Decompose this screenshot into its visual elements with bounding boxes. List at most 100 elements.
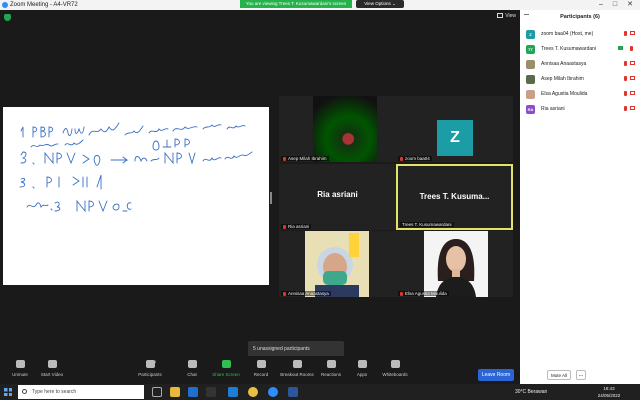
zoom-window: Zoom Meeting - A4-VR72 – □ ✕ You are vie…	[0, 0, 640, 400]
panel-title: Participants (6)	[560, 14, 600, 20]
start-video-button[interactable]: Start Video	[32, 360, 72, 377]
video-off-icon[interactable]	[630, 61, 635, 65]
viewing-screen-banner: You are viewing Trees T. Kusumawardani's…	[240, 0, 352, 8]
tile-name: Asep Milah Ibrahim	[281, 156, 329, 161]
avatar: TT	[526, 45, 535, 54]
whiteboards-button[interactable]: Whiteboards	[375, 360, 415, 377]
video-off-icon[interactable]	[630, 91, 635, 95]
taskbar-clock[interactable]: 18:43 24/05/2022	[594, 385, 624, 399]
mic-muted-icon	[400, 156, 403, 161]
clock-date: 24/05/2022	[597, 393, 621, 398]
participant-name: Annisaa Anaastasya	[541, 61, 587, 67]
participant-name: Trees T. Kusumawardani	[541, 46, 597, 52]
avatar	[526, 75, 535, 84]
tile-name: Trees T. Kusumawardani	[400, 222, 454, 227]
mic-muted-icon[interactable]	[630, 46, 633, 51]
minimize-button[interactable]: –	[594, 0, 608, 10]
participants-button[interactable]: 6 Participants	[130, 359, 170, 377]
video-tile-asep[interactable]: Asep Milah Ibrahim	[279, 96, 396, 162]
record-button[interactable]: Record	[241, 360, 281, 377]
zoom-app-icon[interactable]	[268, 387, 278, 397]
grid-icon	[497, 13, 504, 19]
mute-all-button[interactable]: Mute All	[547, 370, 571, 380]
mic-muted-icon	[283, 224, 286, 229]
breakout-rooms-icon	[292, 360, 302, 368]
participant-video	[424, 231, 488, 297]
participant-row[interactable]: Annisaa Anaastasya	[526, 58, 636, 70]
security-shield-icon[interactable]	[4, 14, 11, 21]
title-bar: Zoom Meeting - A4-VR72 – □ ✕ You are vie…	[0, 0, 640, 10]
mic-muted-icon[interactable]	[624, 76, 627, 81]
avatar	[526, 90, 535, 99]
store-icon[interactable]	[206, 387, 216, 397]
mic-muted-icon[interactable]	[624, 31, 627, 36]
microphone-muted-icon	[15, 360, 25, 368]
whiteboard-icon	[390, 360, 400, 368]
participant-row[interactable]: TT Trees T. Kusumawardani	[526, 43, 636, 55]
mail-icon[interactable]	[188, 387, 198, 397]
mic-muted-icon[interactable]	[624, 106, 627, 111]
video-tile-ria[interactable]: Ria asriani Ria asriani	[279, 164, 396, 230]
participant-video	[313, 96, 377, 162]
share-screen-icon	[221, 360, 231, 368]
tile-display-name: Trees T. Kusuma...	[419, 192, 490, 201]
taskbar-search-input[interactable]: Type here to search	[18, 385, 144, 399]
video-tile-annisaa[interactable]: Annisaa Anaastasya	[279, 231, 396, 297]
close-button[interactable]: ✕	[623, 0, 637, 10]
tile-display-name: Ria asriani	[317, 190, 358, 199]
mic-muted-icon[interactable]	[624, 61, 627, 66]
tile-name: zoom baa04	[398, 156, 432, 161]
reactions-icon	[326, 360, 336, 368]
video-tile-trees[interactable]: Trees T. Kusuma... Trees T. Kusumawardan…	[396, 164, 513, 230]
avatar: RA	[526, 105, 535, 114]
tile-name: Annisaa Anaastasya	[281, 291, 331, 296]
mic-muted-icon	[400, 291, 403, 296]
split-handle[interactable]	[270, 192, 272, 204]
video-tile-elsa[interactable]: Elsa Agustia Moulida	[396, 231, 513, 297]
windows-start-icon[interactable]	[4, 388, 12, 396]
participants-count: 6	[154, 359, 157, 364]
video-off-icon[interactable]	[630, 76, 635, 80]
window-title: Zoom Meeting - A4-VR72	[10, 2, 78, 8]
video-on-icon[interactable]	[618, 46, 623, 50]
chrome-icon[interactable]	[248, 387, 258, 397]
tile-name: Ria asriani	[281, 224, 312, 229]
handwriting-drawing	[19, 122, 253, 213]
participant-name: Elsa Agustia Moulida	[541, 91, 588, 97]
meeting-toolbar: Unmute Start Video 6 Participants Chat Sh…	[0, 356, 520, 384]
participant-name: Ria asriani	[541, 106, 565, 112]
apps-icon	[357, 360, 367, 368]
participant-video	[305, 231, 369, 297]
video-tile-zoom-baa04[interactable]: Z zoom baa04	[396, 96, 513, 162]
edge-icon[interactable]	[228, 387, 238, 397]
file-explorer-icon[interactable]	[170, 387, 180, 397]
video-off-icon[interactable]	[630, 31, 635, 35]
task-view-icon[interactable]	[152, 387, 162, 397]
tile-name: Elsa Agustia Moulida	[398, 291, 449, 296]
video-off-icon[interactable]	[630, 106, 635, 110]
mic-muted-icon[interactable]	[624, 91, 627, 96]
view-options-button[interactable]: View Options ⌄	[356, 0, 404, 8]
avatar	[526, 60, 535, 69]
participant-name: Asep Milah Ibrahim	[541, 76, 584, 82]
leave-room-button[interactable]: Leave Room	[478, 369, 514, 381]
unassigned-participants-notice[interactable]: 5 unassigned participants	[248, 341, 344, 357]
participants-panel: Participants (6) Zzoom baa04 (Host, me) …	[520, 10, 640, 384]
participant-row[interactable]: RA Ria asriani	[526, 103, 636, 115]
participant-row[interactable]: Zzoom baa04 (Host, me)	[526, 28, 636, 40]
participant-row[interactable]: Elsa Agustia Moulida	[526, 88, 636, 100]
weather-widget[interactable]: 30°C Berawan	[515, 386, 547, 398]
share-screen-button[interactable]: Share Screen	[206, 360, 246, 377]
mic-muted-icon	[283, 156, 286, 161]
zoom-logo-icon	[2, 2, 8, 8]
more-options-button[interactable]: ...	[576, 370, 586, 380]
video-camera-off-icon	[47, 360, 57, 368]
shared-screen	[3, 107, 269, 285]
participant-row[interactable]: Asep Milah Ibrahim	[526, 73, 636, 85]
view-button[interactable]: View	[497, 13, 516, 19]
search-icon	[22, 389, 27, 394]
word-icon[interactable]	[288, 387, 298, 397]
record-icon	[256, 360, 266, 368]
maximize-button[interactable]: □	[608, 0, 622, 10]
mic-muted-icon	[283, 291, 286, 296]
